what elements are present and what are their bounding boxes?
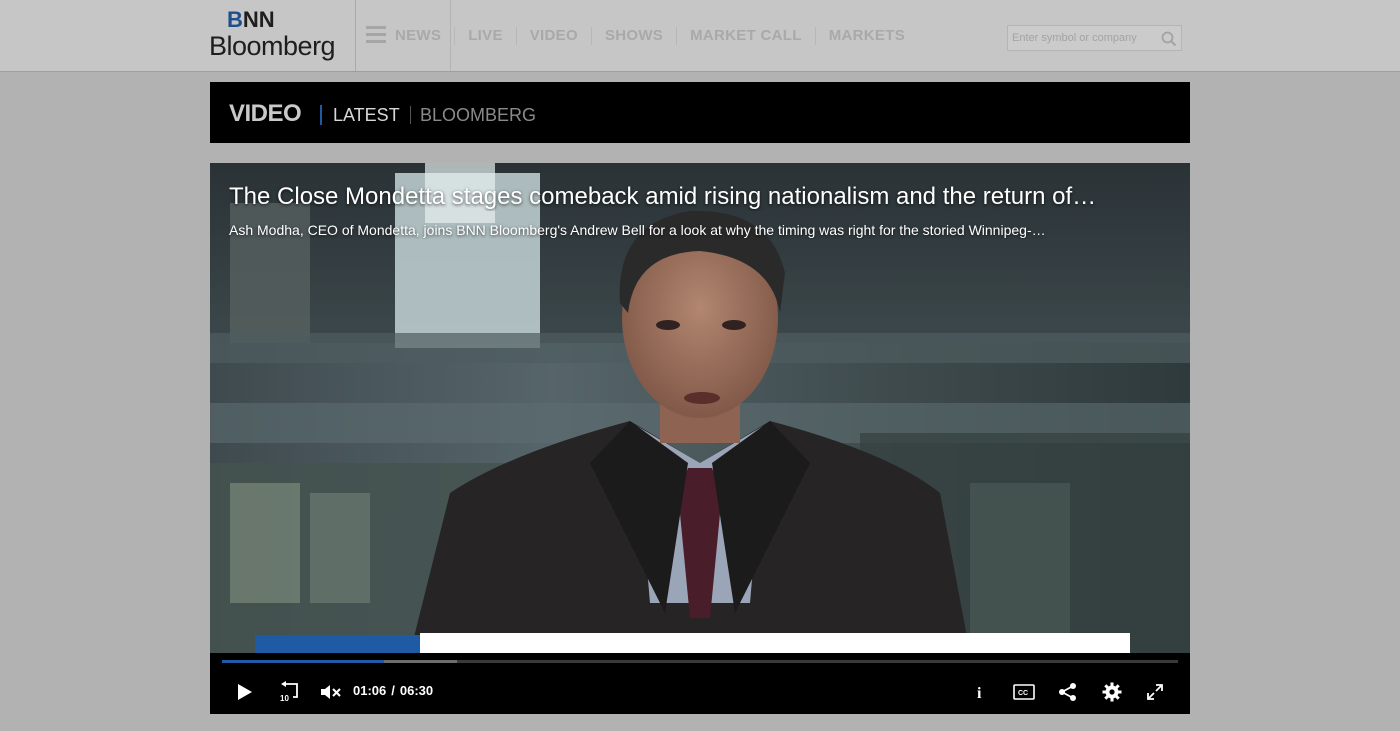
time-separator: / xyxy=(391,683,395,698)
logo-bnn-text: BNN xyxy=(227,7,275,32)
search-input[interactable] xyxy=(1012,30,1158,46)
closed-captions-button[interactable]: CC xyxy=(1011,677,1037,707)
bnn-bloomberg-logo[interactable]: BNN Bloomberg xyxy=(209,8,354,64)
logo-divider xyxy=(355,0,356,71)
video-section-bar: VIDEO LATEST BLOOMBERG xyxy=(210,82,1190,143)
duration: 06:30 xyxy=(399,683,434,698)
skip-back-button[interactable]: 10 xyxy=(275,677,301,707)
play-button[interactable] xyxy=(232,677,256,707)
tab-bloomberg[interactable]: BLOOMBERG xyxy=(420,105,536,125)
tab-latest[interactable]: LATEST xyxy=(333,105,400,125)
site-header: BNN Bloomberg NEWS LIVE VIDEO SHOWS MARK… xyxy=(0,0,1400,72)
share-icon xyxy=(1059,683,1076,701)
fullscreen-icon xyxy=(1147,684,1163,700)
nav-item-markets[interactable]: MARKETS xyxy=(814,27,918,45)
nav-item-live[interactable]: LIVE xyxy=(454,27,516,45)
video-description: Ash Modha, CEO of Mondetta, joins BNN Bl… xyxy=(229,222,1046,238)
nav-item-news[interactable]: NEWS xyxy=(395,27,454,45)
current-time: 01:06 xyxy=(353,683,387,698)
nav-divider xyxy=(450,0,451,71)
skip-back-10-icon: 10 xyxy=(280,681,298,703)
time-display: 01:06 / 06:30 xyxy=(353,683,433,699)
search-icon[interactable] xyxy=(1161,31,1177,47)
fullscreen-button[interactable] xyxy=(1144,677,1166,707)
menu-icon[interactable] xyxy=(366,26,386,43)
video-player[interactable]: The Close Mondetta stages comeback amid … xyxy=(210,163,1190,714)
symbol-search xyxy=(1007,25,1182,51)
info-icon: i xyxy=(977,685,982,701)
player-controls: 10 01:06 / 06:30 i CC xyxy=(210,653,1190,714)
nav-item-video[interactable]: VIDEO xyxy=(515,27,591,45)
closed-captions-icon: CC xyxy=(1013,684,1035,700)
info-button[interactable]: i xyxy=(970,677,990,707)
logo-bloomberg-text: Bloomberg xyxy=(209,31,336,61)
settings-icon xyxy=(1102,682,1122,702)
nav-item-market-call[interactable]: MARKET CALL xyxy=(676,27,815,45)
play-icon xyxy=(238,684,252,700)
video-frame[interactable]: The Close Mondetta stages comeback amid … xyxy=(210,163,1190,653)
video-title: The Close Mondetta stages comeback amid … xyxy=(229,183,1097,210)
share-button[interactable] xyxy=(1056,677,1080,707)
svg-text:i: i xyxy=(977,685,982,701)
svg-text:CC: CC xyxy=(1018,690,1028,697)
settings-button[interactable] xyxy=(1100,677,1124,707)
section-divider xyxy=(320,105,322,125)
skip-back-label: 10 xyxy=(280,694,289,703)
tab-divider xyxy=(410,106,411,124)
mute-icon xyxy=(321,685,341,699)
progress-played xyxy=(222,660,384,663)
progress-bar[interactable] xyxy=(222,660,1178,663)
mute-button[interactable] xyxy=(319,677,343,707)
section-title: VIDEO xyxy=(229,100,302,127)
nav-item-shows[interactable]: SHOWS xyxy=(590,27,676,45)
main-nav: NEWS LIVE VIDEO SHOWS MARKET CALL MARKET… xyxy=(395,27,918,45)
